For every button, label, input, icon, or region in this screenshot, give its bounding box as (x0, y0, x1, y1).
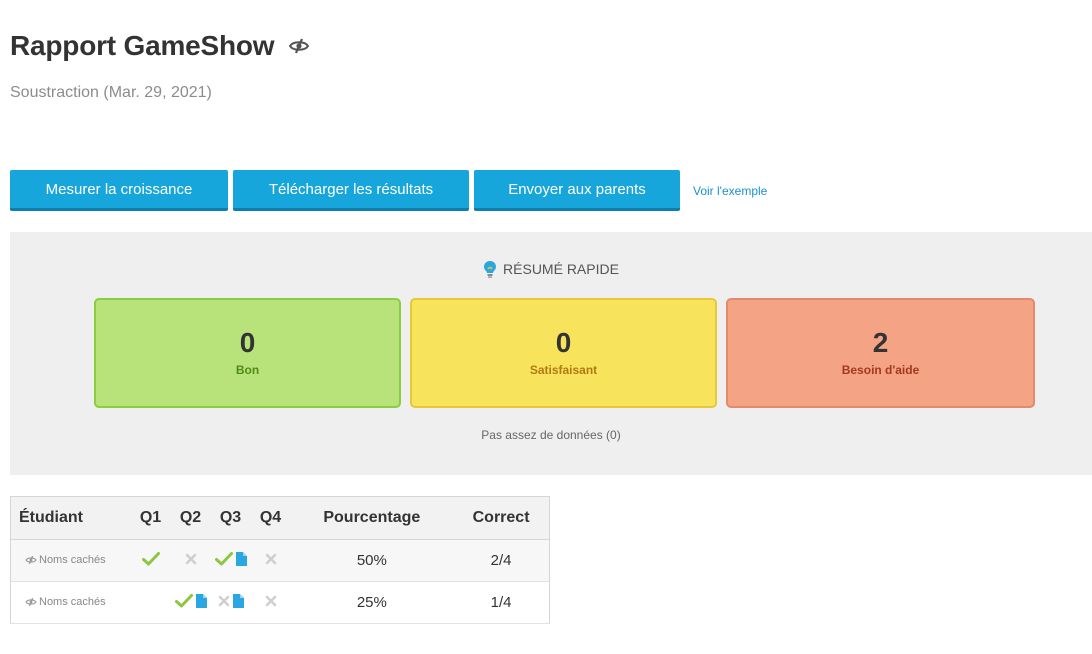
answer-cell-q3[interactable] (210, 581, 251, 624)
cross-icon (265, 595, 277, 607)
satisfactory-card[interactable]: 0 Satisfaisant (410, 298, 717, 408)
header-q1[interactable]: Q1 (130, 496, 171, 540)
measure-growth-button[interactable]: Mesurer la croissance (10, 170, 228, 211)
needs-help-card[interactable]: 2 Besoin d'aide (726, 298, 1035, 408)
cross-icon (185, 553, 197, 565)
answer-cell-q4[interactable] (250, 581, 291, 624)
hidden-eye-icon (25, 597, 37, 610)
header-q4[interactable]: Q4 (250, 496, 291, 540)
header-percentage[interactable]: Pourcentage (290, 496, 454, 540)
cross-icon (218, 595, 230, 607)
student-name: Noms cachés (39, 595, 106, 608)
table-header-row: Étudiant Q1 Q2 Q3 Q4 Pourcentage Correct (10, 496, 550, 540)
page-subtitle: Soustraction (Mar. 29, 2021) (10, 84, 212, 101)
note-icon (235, 551, 247, 566)
cross-icon (265, 553, 277, 565)
answer-cell-q4[interactable] (250, 539, 291, 582)
correct-cell: 1/4 (453, 581, 550, 624)
note-icon (195, 593, 207, 608)
answer-cell-q2[interactable] (170, 581, 211, 624)
table-row: Noms cachés 25% 1/4 (10, 581, 550, 624)
summary-heading: RÉSUMÉ RAPIDE (10, 260, 1092, 278)
percentage-cell: 25% (290, 581, 454, 624)
note-icon (232, 594, 244, 608)
correct-cell: 2/4 (453, 539, 550, 582)
title-row: Rapport GameShow (10, 30, 310, 62)
student-name: Noms cachés (39, 553, 106, 566)
results-table: Étudiant Q1 Q2 Q3 Q4 Pourcentage Correct… (10, 496, 550, 624)
satisfactory-label: Satisfaisant (529, 363, 598, 377)
view-example-link[interactable]: Voir l'exemple (693, 184, 767, 198)
answer-cell-q2[interactable] (170, 539, 211, 582)
satisfactory-count: 0 (555, 327, 572, 358)
answer-cell-q3[interactable] (210, 539, 251, 582)
summary-heading-text: RÉSUMÉ RAPIDE (503, 261, 619, 277)
action-bar: Mesurer la croissance Télécharger les ré… (10, 170, 767, 211)
download-results-button[interactable]: Télécharger les résultats (233, 170, 469, 211)
student-name-cell[interactable]: Noms cachés (10, 581, 131, 624)
table-row: Noms cachés 50% 2/4 (10, 539, 550, 582)
good-card[interactable]: 0 Bon (94, 298, 401, 408)
header-correct[interactable]: Correct (453, 496, 550, 540)
needs-help-count: 2 (872, 327, 889, 358)
good-count: 0 (239, 327, 256, 358)
good-label: Bon (235, 363, 260, 377)
header-q3[interactable]: Q3 (210, 496, 251, 540)
header-student[interactable]: Étudiant (10, 496, 131, 540)
check-icon (174, 593, 193, 608)
page-title: Rapport GameShow (10, 30, 275, 61)
not-enough-data-text: Pas assez de données (0) (481, 428, 621, 442)
send-parents-button[interactable]: Envoyer aux parents (474, 170, 680, 211)
answer-cell-q1[interactable] (130, 539, 171, 582)
lightbulb-icon (484, 261, 497, 278)
hidden-eye-icon[interactable] (288, 38, 310, 54)
check-icon (141, 551, 160, 566)
student-name-cell[interactable]: Noms cachés (10, 539, 131, 582)
hidden-eye-icon (25, 555, 37, 568)
quick-summary-panel: RÉSUMÉ RAPIDE 0 Bon 0 Satisfaisant 2 Bes… (10, 232, 1092, 475)
needs-help-label: Besoin d'aide (841, 363, 920, 377)
answer-cell-q1 (130, 581, 171, 624)
check-icon (214, 551, 233, 566)
percentage-cell: 50% (290, 539, 454, 582)
header-q2[interactable]: Q2 (170, 496, 211, 540)
